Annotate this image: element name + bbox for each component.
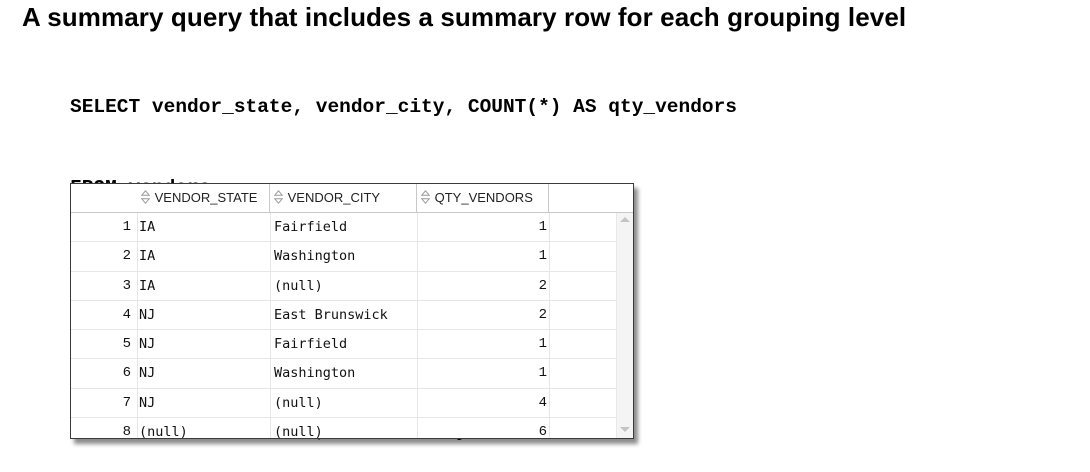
vendor-city-cell[interactable]: (null)	[274, 418, 323, 438]
table-row[interactable]: 7 NJ (null) 4	[71, 389, 616, 419]
query-result-grid: VENDOR_STATE VENDOR_CITY QTY_VENDORS 1 I…	[70, 183, 634, 439]
vendor-state-cell[interactable]: NJ	[137, 359, 155, 387]
vendor-city-cell[interactable]: East Brunswick	[274, 301, 388, 329]
vendor-state-cell[interactable]: IA	[137, 242, 155, 270]
vendor-state-cell[interactable]: (null)	[137, 418, 188, 438]
table-row[interactable]: 2 IA Washington 1	[71, 242, 616, 272]
vendor-city-cell[interactable]: Fairfield	[274, 330, 347, 358]
sort-arrows-icon	[421, 190, 430, 204]
sort-arrows-icon	[274, 190, 283, 204]
sql-line: SELECT vendor_state, vendor_city, COUNT(…	[70, 96, 738, 118]
row-number: 1	[122, 219, 131, 235]
scroll-up-icon[interactable]	[620, 217, 630, 222]
column-header-label: VENDOR_CITY	[287, 190, 381, 205]
qty-vendors-cell[interactable]: 1	[417, 330, 547, 358]
row-number: 6	[122, 365, 131, 382]
qty-vendors-cell[interactable]: 1	[417, 213, 547, 241]
column-header-label: QTY_VENDORS	[434, 190, 533, 205]
vendor-city-cell[interactable]: Washington	[274, 242, 355, 270]
qty-vendors-cell[interactable]: 2	[417, 272, 547, 300]
column-header-vendor-city[interactable]: VENDOR_CITY	[270, 184, 417, 212]
vendor-state-cell[interactable]: IA	[137, 213, 155, 241]
qty-vendors-cell[interactable]: 1	[417, 359, 547, 387]
vendor-state-cell[interactable]: NJ	[137, 301, 155, 329]
row-number: 4	[122, 306, 131, 323]
vertical-scrollbar[interactable]	[616, 213, 633, 438]
row-number: 5	[122, 336, 131, 353]
table-row[interactable]: 4 NJ East Brunswick 2	[71, 301, 616, 331]
row-number: 3	[122, 277, 131, 294]
column-header-label: VENDOR_STATE	[154, 190, 258, 205]
table-row[interactable]: 3 IA (null) 2	[71, 272, 616, 301]
vendor-city-cell[interactable]: Washington	[274, 359, 355, 387]
scroll-down-icon[interactable]	[620, 427, 630, 432]
column-header-qty-vendors[interactable]: QTY_VENDORS	[417, 184, 549, 212]
row-number-header	[71, 184, 137, 212]
qty-vendors-cell[interactable]: 2	[417, 301, 547, 329]
row-number: 7	[122, 394, 131, 411]
column-header-vendor-state[interactable]: VENDOR_STATE	[137, 184, 270, 212]
vendor-city-cell[interactable]: (null)	[274, 389, 323, 417]
qty-vendors-cell[interactable]: 4	[417, 389, 547, 417]
row-number: 2	[122, 248, 131, 265]
qty-vendors-cell[interactable]: 1	[417, 242, 547, 270]
row-number: 8	[122, 424, 131, 439]
qty-vendors-cell[interactable]: 6	[417, 418, 547, 438]
vendor-city-cell[interactable]: Fairfield	[274, 213, 347, 241]
page-title: A summary query that includes a summary …	[22, 2, 907, 32]
table-row[interactable]: 6 NJ Washington 1	[71, 359, 616, 389]
grid-header: VENDOR_STATE VENDOR_CITY QTY_VENDORS	[71, 184, 633, 213]
vendor-state-cell[interactable]: NJ	[137, 330, 155, 358]
table-row[interactable]: 8 (null) (null) 6	[71, 418, 616, 439]
table-row[interactable]: 1 IA Fairfield 1	[71, 213, 616, 243]
vendor-city-cell[interactable]: (null)	[274, 272, 323, 300]
vendor-state-cell[interactable]: NJ	[137, 389, 155, 417]
grid-rows: 1 IA Fairfield 1 2 IA Washington 1 3 IA …	[71, 213, 616, 439]
sort-arrows-icon	[141, 190, 150, 204]
table-row[interactable]: 5 NJ Fairfield 1	[71, 330, 616, 360]
vendor-state-cell[interactable]: IA	[137, 272, 155, 300]
